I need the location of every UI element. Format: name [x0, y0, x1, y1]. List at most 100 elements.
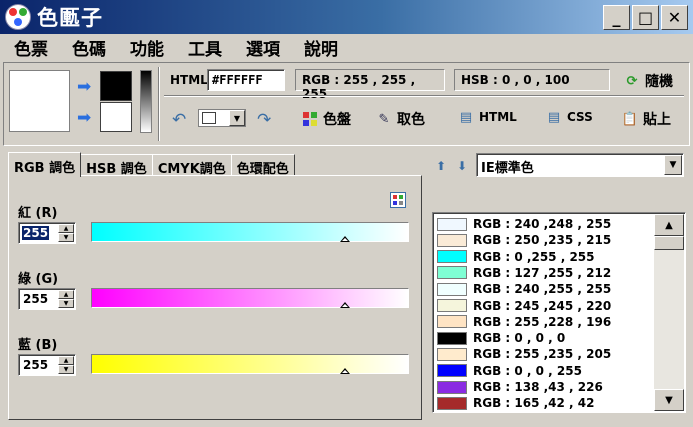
- background-swatch[interactable]: [100, 102, 132, 132]
- spin-buttons[interactable]: ▲ ▼: [58, 356, 74, 374]
- minimize-button[interactable]: _: [603, 5, 630, 30]
- list-item[interactable]: RGB : 222 ,184 , 135: [437, 412, 611, 413]
- palette-list: RGB : 240 ,248 , 255 RGB : 250 ,235 , 215…: [432, 212, 686, 413]
- list-item[interactable]: RGB : 255 ,228 , 196: [437, 314, 611, 330]
- scrollbar[interactable]: ▲ ▼: [654, 214, 684, 411]
- tab-hsb[interactable]: HSB 調色: [80, 154, 153, 177]
- channel-spinbox[interactable]: 255 ▲ ▼: [18, 288, 76, 310]
- scroll-down-button[interactable]: ▼: [654, 389, 684, 411]
- list-item[interactable]: RGB : 240 ,248 , 255: [437, 216, 611, 232]
- spin-buttons[interactable]: ▲ ▼: [58, 224, 74, 242]
- channel-label: 紅 (R): [18, 206, 58, 221]
- list-item[interactable]: RGB : 127 ,255 , 212: [437, 265, 611, 281]
- spin-buttons[interactable]: ▲ ▼: [58, 290, 74, 308]
- list-item[interactable]: RGB : 0 ,255 , 255: [437, 249, 595, 265]
- spin-down-icon[interactable]: ▼: [58, 299, 74, 308]
- clipboard-icon: 📋: [621, 111, 639, 127]
- tab-color-wheel[interactable]: 色環配色: [230, 154, 295, 177]
- list-item[interactable]: RGB : 0 , 0 , 255: [437, 363, 582, 379]
- arrow-right-icon[interactable]: ➡: [77, 77, 91, 97]
- html-label: HTML: [170, 73, 208, 87]
- color-value: RGB : 245 ,245 , 220: [473, 298, 612, 313]
- spin-down-icon[interactable]: ▼: [58, 233, 74, 242]
- rgb-panel: 紅 (R) 255 ▲ ▼ 綠 (G) 255 ▲ ▼ 藍 (B) 255 ▲ ▼: [8, 175, 422, 420]
- channel-slider[interactable]: [91, 354, 409, 374]
- tab-cmyk[interactable]: CMYK調色: [151, 154, 232, 177]
- color-value: RGB : 0 , 0 , 255: [473, 363, 582, 378]
- menu-options[interactable]: 選項: [246, 35, 280, 60]
- menu-swatches[interactable]: 色票: [14, 35, 48, 60]
- color-swatch: [437, 299, 467, 312]
- close-button[interactable]: ✕: [661, 5, 688, 30]
- chevron-down-icon[interactable]: ▼: [664, 155, 682, 175]
- channel-slider[interactable]: [91, 222, 409, 242]
- scroll-thumb[interactable]: [654, 236, 684, 250]
- brightness-bar[interactable]: [140, 70, 152, 133]
- arrow-up-icon[interactable]: ⬆: [436, 159, 446, 173]
- color-swatch: [437, 282, 467, 296]
- color-swatch: [437, 315, 467, 329]
- color-swatch: [437, 266, 467, 280]
- slider-thumb[interactable]: [340, 368, 350, 374]
- copy-css-button[interactable]: ▤ CSS: [546, 109, 593, 125]
- channel-value[interactable]: 255: [22, 292, 49, 306]
- list-item[interactable]: RGB : 0 , 0 , 0: [437, 330, 565, 346]
- channel-spinbox[interactable]: 255 ▲ ▼: [18, 222, 76, 244]
- color-swatch: [437, 331, 467, 345]
- color-mode-dropdown[interactable]: ▼: [198, 109, 246, 127]
- slider-thumb[interactable]: [340, 302, 350, 308]
- menu-tools[interactable]: 工具: [188, 35, 222, 60]
- hsb-status: HSB : 0 , 0 , 100: [454, 69, 610, 91]
- arrow-right-icon[interactable]: ➡: [77, 108, 91, 128]
- channel-spinbox[interactable]: 255 ▲ ▼: [18, 354, 76, 376]
- scroll-up-button[interactable]: ▲: [654, 214, 684, 236]
- list-item[interactable]: RGB : 240 ,255 , 255: [437, 281, 611, 297]
- channel-label: 藍 (B): [18, 338, 58, 353]
- menu-functions[interactable]: 功能: [130, 35, 164, 60]
- paste-button[interactable]: 📋 貼上: [622, 109, 671, 129]
- list-item[interactable]: RGB : 255 ,235 , 205: [437, 346, 611, 362]
- html-color-input[interactable]: #FFFFFF: [207, 69, 285, 91]
- menu-help[interactable]: 說明: [304, 35, 338, 60]
- document-icon: ▤: [459, 109, 473, 125]
- palette-select-value: IE標準色: [481, 161, 534, 176]
- palette-button[interactable]: 色盤: [302, 109, 351, 129]
- spin-up-icon[interactable]: ▲: [58, 290, 74, 299]
- list-item[interactable]: RGB : 138 ,43 , 226: [437, 379, 603, 395]
- color-value: RGB : 127 ,255 , 212: [473, 265, 612, 280]
- spin-down-icon[interactable]: ▼: [58, 365, 74, 374]
- palette-select[interactable]: IE標準色 ▼: [476, 153, 684, 177]
- list-item[interactable]: RGB : 245 ,245 , 220: [437, 298, 611, 314]
- color-swatch: [437, 364, 467, 378]
- slider-thumb[interactable]: [340, 236, 350, 242]
- color-swatch: [437, 380, 467, 394]
- arrow-down-icon[interactable]: ⬇: [457, 159, 467, 173]
- channel-value[interactable]: 255: [22, 358, 49, 372]
- copy-html-button[interactable]: ▤ HTML: [458, 109, 517, 125]
- color-swatch: [437, 250, 467, 264]
- channel-label: 綠 (G): [18, 272, 59, 287]
- channel-value[interactable]: 255: [22, 226, 50, 240]
- list-item[interactable]: RGB : 250 ,235 , 215: [437, 232, 611, 248]
- menu-bar: 色票 色碼 功能 工具 選項 說明: [0, 34, 693, 61]
- color-value: RGB : 240 ,248 , 255: [473, 217, 612, 231]
- random-button[interactable]: ⟳ 隨機: [624, 71, 673, 91]
- foreground-swatch[interactable]: [100, 71, 132, 101]
- undo-icon[interactable]: ↶: [172, 110, 186, 130]
- current-color-swatch: [9, 70, 70, 132]
- chevron-down-icon: ▼: [229, 110, 245, 126]
- color-mode-tabs: RGB 調色 HSB 調色 CMYK調色 色環配色: [8, 152, 295, 177]
- paste-label: 貼上: [643, 112, 671, 128]
- channel-slider[interactable]: [91, 288, 409, 308]
- list-item[interactable]: RGB : 165 ,42 , 42: [437, 395, 595, 411]
- redo-icon[interactable]: ↷: [257, 110, 271, 130]
- spin-up-icon[interactable]: ▲: [58, 224, 74, 233]
- color-value: RGB : 255 ,228 , 196: [473, 314, 612, 329]
- color-swatch: [437, 396, 467, 410]
- spin-up-icon[interactable]: ▲: [58, 356, 74, 365]
- menu-color-code[interactable]: 色碼: [72, 35, 106, 60]
- grid-picker-icon[interactable]: [390, 192, 406, 208]
- maximize-button[interactable]: □: [632, 5, 659, 30]
- tab-rgb[interactable]: RGB 調色: [8, 152, 82, 177]
- pick-color-button[interactable]: ✎ 取色: [376, 109, 425, 129]
